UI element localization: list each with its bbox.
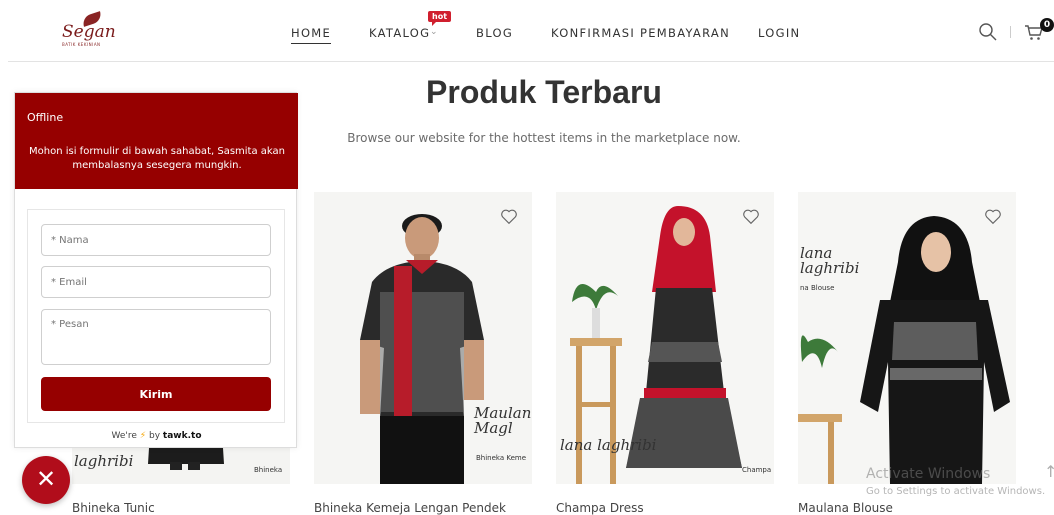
activate-windows-subtitle: Go to Settings to activate Windows. xyxy=(866,486,1046,497)
header-divider xyxy=(1010,26,1011,38)
message-textarea[interactable] xyxy=(41,309,271,365)
site-logo[interactable]: Segan BATIK KEKINIAN xyxy=(58,11,116,52)
product-card-bhineka-kemeja[interactable]: Maulan Magl Bhineka Keme xyxy=(314,192,532,484)
chat-widget: Offline Mohon isi formulir di bawah saha… xyxy=(14,92,298,448)
product-image-script: Maulan Magl xyxy=(474,404,532,437)
product-image-caption: Bhineka Keme xyxy=(476,454,527,462)
chat-status: Offline xyxy=(27,111,64,124)
product-image-caption: na Blouse xyxy=(800,284,835,292)
site-header: Segan BATIK KEKINIAN HOME KATALOG ⌄ hot … xyxy=(0,0,1054,62)
chat-close-button[interactable]: ✕ xyxy=(22,456,70,504)
logo-subtext: BATIK KEKINIAN xyxy=(62,42,101,47)
product-card-maulana-blouse[interactable]: lana laghribi na Blouse xyxy=(798,192,1016,484)
product-name[interactable]: Maulana Blouse xyxy=(798,501,893,515)
cart-count-badge: 0 xyxy=(1040,18,1054,32)
product-image-caption: Bhineka xyxy=(254,466,283,474)
powered-prefix: We're xyxy=(111,431,137,441)
heart-icon[interactable] xyxy=(500,208,518,226)
email-input[interactable] xyxy=(41,266,271,298)
product-name[interactable]: Bhineka Kemeja Lengan Pendek xyxy=(314,501,506,515)
scroll-top-arrow-icon[interactable]: ↑ xyxy=(1044,462,1054,481)
chevron-down-icon: ⌄ xyxy=(430,27,438,37)
nav-item-home[interactable]: HOME xyxy=(291,26,332,44)
heart-icon[interactable] xyxy=(984,208,1002,226)
nav-item-konfirmasi-pembayaran[interactable]: KONFIRMASI PEMBAYARAN xyxy=(551,26,730,40)
chat-header: Offline Mohon isi formulir di bawah saha… xyxy=(15,93,298,189)
header-divider-line xyxy=(8,61,1054,62)
product-image-caption: Champa xyxy=(742,466,772,474)
nav-item-katalog[interactable]: KATALOG xyxy=(369,26,430,40)
chat-offline-message: Mohon isi formulir di bawah sahabat, Sas… xyxy=(29,146,285,171)
heart-icon[interactable] xyxy=(742,208,760,226)
hot-badge: hot xyxy=(428,11,452,26)
product-name[interactable]: Champa Dress xyxy=(556,501,644,515)
product-image-script: laghribi xyxy=(74,452,134,470)
tawk-brand: tawk.to xyxy=(162,431,202,441)
name-input[interactable] xyxy=(41,224,271,256)
logo-text: Segan xyxy=(62,22,116,42)
powered-by-tawk[interactable]: We're ⚡ by tawk.to xyxy=(15,431,298,441)
nav-item-login[interactable]: LOGIN xyxy=(758,26,800,40)
activate-windows-title: Activate Windows xyxy=(866,466,991,482)
chat-form: Kirim xyxy=(27,209,285,423)
product-image-script: lana laghribi xyxy=(560,436,657,454)
product-image xyxy=(798,192,1016,484)
send-button[interactable]: Kirim xyxy=(41,377,271,411)
bolt-icon: ⚡ xyxy=(139,431,147,441)
product-card-champa-dress[interactable]: lana laghribi Champa xyxy=(556,192,774,484)
product-image-script: lana laghribi xyxy=(800,244,860,277)
search-icon[interactable] xyxy=(978,22,998,42)
product-image xyxy=(314,192,532,484)
product-name[interactable]: Bhineka Tunic xyxy=(72,501,155,515)
nav-item-blog[interactable]: BLOG xyxy=(476,26,513,40)
powered-by-text: by xyxy=(149,431,161,441)
